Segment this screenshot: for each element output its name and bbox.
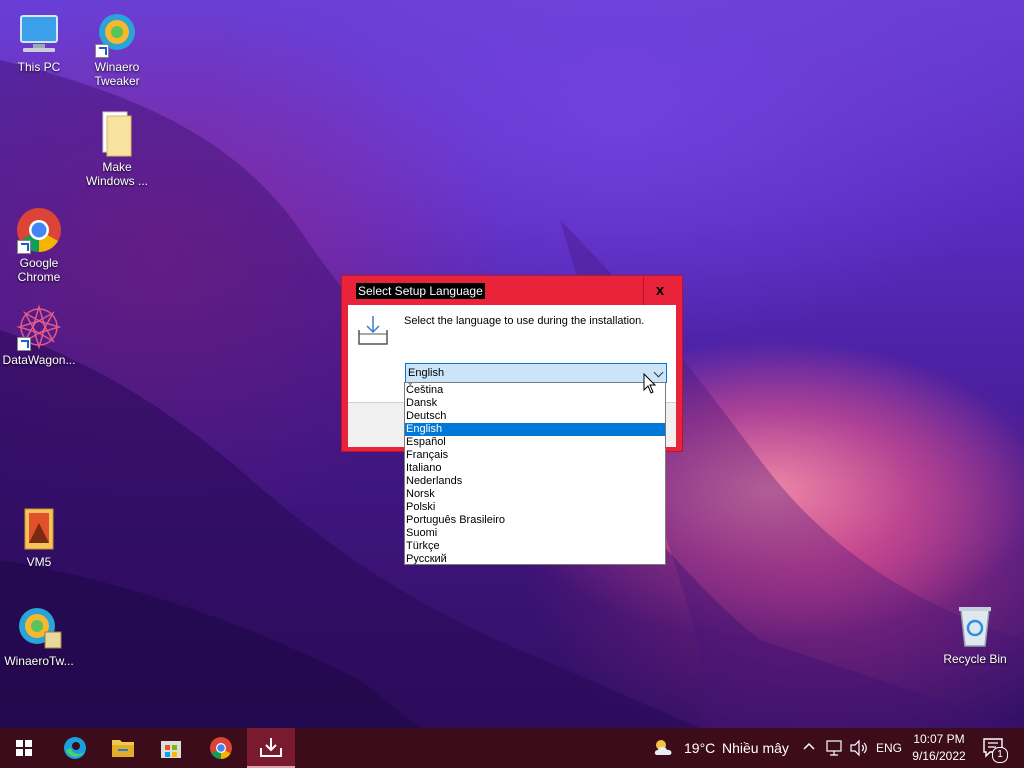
desktop-icon-winaero-tweaker[interactable]: Winaero Tweaker xyxy=(79,10,155,88)
language-select[interactable]: English xyxy=(405,363,667,383)
language-option[interactable]: Nederlands xyxy=(405,475,665,488)
shortcut-arrow-icon xyxy=(95,44,109,58)
desktop-icon-recycle-bin[interactable]: Recycle Bin xyxy=(937,602,1013,666)
network-icon[interactable] xyxy=(825,739,843,757)
language-option-selected[interactable]: English xyxy=(405,423,665,436)
language-select-value: English xyxy=(408,367,445,379)
weather-description[interactable]: Nhiều mây xyxy=(722,740,789,756)
desktop-icon-make-windows[interactable]: Make Windows ... xyxy=(79,110,155,188)
weather-cloudy-icon[interactable] xyxy=(651,736,677,760)
desktop-icon-winaerotweaker-2[interactable]: WinaeroTw... xyxy=(1,604,77,668)
language-option[interactable]: Suomi xyxy=(405,527,665,540)
language-option[interactable]: Türkçe xyxy=(405,540,665,553)
chrome-icon xyxy=(15,206,63,254)
desktop-icon-label: DataWagon... xyxy=(2,353,76,367)
clock-time: 10:07 PM xyxy=(913,732,965,746)
start-button[interactable] xyxy=(0,728,48,768)
desktop-icon-this-pc[interactable]: This PC xyxy=(1,10,77,74)
desktop-icon-vm5[interactable]: VM5 xyxy=(1,505,77,569)
language-option[interactable]: Čeština xyxy=(405,384,665,397)
language-dropdown-list: Čeština Dansk Deutsch English Español Fr… xyxy=(404,382,666,565)
winaero-tweaker-icon xyxy=(15,604,63,652)
folder-icon xyxy=(112,740,134,757)
input-language-indicator[interactable]: ENG xyxy=(876,741,902,755)
clock-date: 9/16/2022 xyxy=(912,749,966,763)
desktop-icon-label: WinaeroTw... xyxy=(4,654,74,668)
edge-icon xyxy=(64,737,86,759)
taskbar-chrome-button[interactable] xyxy=(197,728,245,768)
install-download-icon xyxy=(358,316,388,345)
taskbar-setup-button[interactable] xyxy=(247,728,295,768)
volume-icon[interactable] xyxy=(849,739,869,757)
install-download-icon xyxy=(260,738,282,757)
language-option[interactable]: Português Brasileiro xyxy=(405,514,665,527)
language-option[interactable]: Español xyxy=(405,436,665,449)
mandala-icon xyxy=(15,303,63,351)
recycle-bin-icon xyxy=(951,602,999,650)
desktop-icon-label: Google Chrome xyxy=(17,256,61,284)
taskbar-store-button[interactable] xyxy=(147,728,195,768)
language-option[interactable]: Русский xyxy=(405,553,665,566)
language-option[interactable]: Italiano xyxy=(405,462,665,475)
desktop-icon-datawagon[interactable]: DataWagon... xyxy=(1,303,77,367)
chevron-up-icon[interactable] xyxy=(802,740,816,754)
close-button[interactable]: x xyxy=(643,277,676,305)
desktop-icon-google-chrome[interactable]: Google Chrome xyxy=(1,206,77,284)
taskbar-file-explorer-button[interactable] xyxy=(99,728,147,768)
taskbar: 19°C Nhiều mây ENG 10:07 PM 9/16/2022 1 xyxy=(0,728,1024,768)
language-option[interactable]: Norsk xyxy=(405,488,665,501)
folder-icon xyxy=(15,505,63,553)
store-icon xyxy=(161,741,181,758)
taskbar-edge-button[interactable] xyxy=(51,728,99,768)
desktop-icon-label: VM5 xyxy=(26,555,52,569)
taskbar-clock[interactable]: 10:07 PM 9/16/2022 xyxy=(904,731,974,765)
mouse-cursor-icon xyxy=(643,373,657,394)
language-option[interactable]: Deutsch xyxy=(405,410,665,423)
desktop-icon-label: This PC xyxy=(17,60,61,74)
dialog-prompt: Select the language to use during the in… xyxy=(404,315,645,327)
shortcut-arrow-icon xyxy=(17,337,31,351)
monitor-icon xyxy=(15,10,63,58)
desktop-icon-label: Winaero Tweaker xyxy=(94,60,140,88)
desktop-icon-label: Make Windows ... xyxy=(85,160,148,188)
notification-badge: 1 xyxy=(992,747,1008,763)
language-option[interactable]: Dansk xyxy=(405,397,665,410)
folder-icon xyxy=(93,110,141,158)
dialog-title: Select Setup Language xyxy=(356,283,485,299)
language-option[interactable]: Polski xyxy=(405,501,665,514)
winaero-tweaker-icon xyxy=(93,10,141,58)
notification-center-button[interactable]: 1 xyxy=(980,734,1010,763)
shortcut-arrow-icon xyxy=(17,240,31,254)
windows-logo-icon xyxy=(16,740,32,756)
desktop-icon-label: Recycle Bin xyxy=(943,652,1007,666)
chrome-icon xyxy=(210,737,232,759)
language-option[interactable]: Français xyxy=(405,449,665,462)
weather-temperature[interactable]: 19°C xyxy=(684,740,715,756)
